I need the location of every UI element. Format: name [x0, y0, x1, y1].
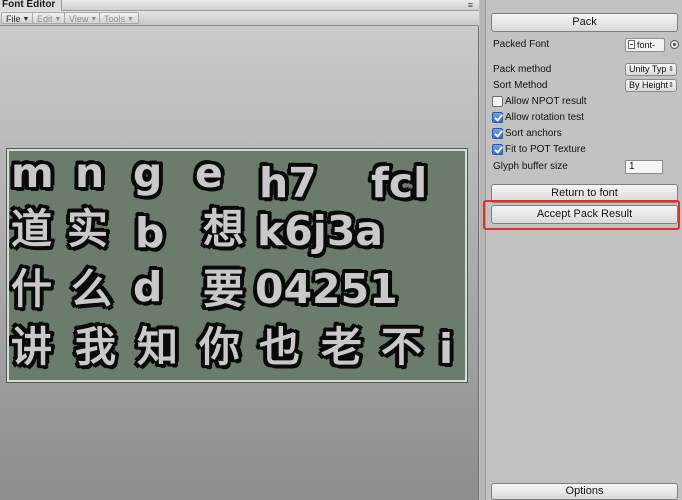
allow-rotation-label: Allow rotation test — [505, 112, 584, 123]
font-editor-window: Font Editor ≡ File ▼ Edit ▼ View ▼ Tools ▼ m… — [0, 0, 479, 500]
checkbox-box[interactable] — [492, 144, 503, 155]
glyph: m — [11, 149, 54, 197]
glyph: e — [195, 149, 223, 197]
glyph: n — [75, 149, 105, 197]
font-atlas-preview[interactable]: m n g e h7 fcl 道 实 b 想 k6j3a 什 么 d 要 042… — [6, 148, 468, 383]
glyph: 讲 — [11, 323, 52, 371]
sort-method-dropdown[interactable]: By Height ⇕ — [625, 79, 677, 92]
checkbox-box[interactable] — [492, 112, 503, 123]
fit-to-pot-label: Fit to POT Texture — [505, 144, 586, 155]
options-button[interactable]: Options — [491, 483, 678, 500]
pack-method-label: Pack method — [493, 64, 552, 75]
glyph: i — [439, 325, 454, 373]
highlight-box — [483, 200, 680, 230]
panel-divider[interactable] — [480, 0, 486, 500]
glyph: 04251 — [255, 265, 398, 313]
allow-npot-label: Allow NPOT result — [505, 96, 587, 107]
glyph: d — [133, 263, 163, 311]
glyph: 老 — [321, 323, 362, 371]
checkbox-box[interactable] — [492, 128, 503, 139]
glyph: g — [133, 149, 163, 197]
glyph: 道 — [11, 205, 52, 253]
window-title-tab[interactable]: Font Editor — [0, 0, 63, 11]
menu-view-label: View — [69, 14, 89, 24]
pack-method-value: Unity Typ — [629, 64, 667, 74]
menu-edit[interactable]: Edit ▼ — [32, 12, 67, 24]
glyph: k6j3a — [257, 207, 384, 255]
glyph: 也 — [259, 323, 300, 371]
glyph: 知 — [137, 323, 178, 371]
packed-font-label: Packed Font — [493, 39, 550, 50]
pack-settings-panel: Pack Packed Font font- Pack method Unity… — [480, 0, 682, 500]
glyph: 要 — [203, 265, 244, 313]
packed-font-value: font- — [637, 40, 656, 50]
window-menu-icon[interactable]: ≡ — [468, 0, 473, 10]
menu-view[interactable]: View ▼ — [64, 12, 103, 24]
glyph: 么 — [71, 265, 112, 313]
glyph-buffer-field[interactable]: 1 — [625, 160, 663, 174]
dropdown-arrow-icon: ▼ — [54, 16, 62, 23]
menu-tools-label: Tools — [104, 14, 126, 24]
title-bar: Font Editor ≡ — [0, 0, 479, 11]
glyph-buffer-label: Glyph buffer size — [493, 161, 568, 172]
glyph: fcl — [371, 159, 428, 207]
packed-font-field[interactable]: font- — [625, 38, 665, 52]
checkbox-box[interactable] — [492, 96, 503, 107]
glyph: 实 — [67, 205, 108, 253]
pack-button[interactable]: Pack — [491, 13, 678, 32]
dropdown-arrow-icon: ▼ — [127, 16, 134, 23]
menu-file[interactable]: File ▼ — [1, 12, 35, 24]
glyph: 想 — [203, 205, 244, 253]
pack-method-dropdown[interactable]: Unity Typ ⇕ — [625, 63, 677, 76]
font-asset-icon — [628, 40, 635, 49]
updown-arrows-icon: ⇕ — [668, 82, 674, 89]
glyph: h7 — [259, 159, 317, 207]
menu-edit-label: Edit — [37, 14, 53, 24]
dropdown-arrow-icon: ▼ — [90, 16, 98, 23]
glyph: 什 — [11, 265, 52, 313]
object-picker-icon[interactable] — [670, 40, 679, 49]
sort-anchors-label: Sort anchors — [505, 128, 562, 139]
menu-bar: File ▼ Edit ▼ View ▼ Tools ▼ — [0, 11, 479, 26]
sort-method-value: By Height — [629, 80, 669, 90]
glyph: b — [135, 209, 165, 257]
menu-tools[interactable]: Tools ▼ — [99, 12, 139, 24]
sort-method-label: Sort Method — [493, 80, 548, 91]
menu-file-label: File — [6, 14, 21, 24]
glyph: 你 — [199, 323, 240, 371]
updown-arrows-icon: ⇕ — [668, 66, 674, 73]
glyph: 我 — [75, 323, 116, 371]
dropdown-arrow-icon: ▼ — [22, 16, 30, 23]
glyph: 不 — [381, 323, 422, 371]
